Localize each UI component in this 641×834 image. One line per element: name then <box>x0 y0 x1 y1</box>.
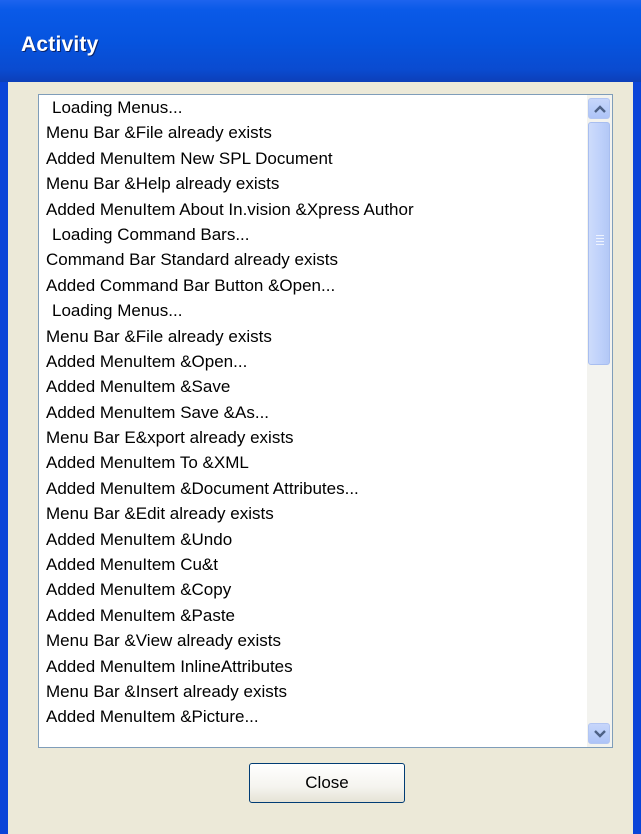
log-list-item[interactable]: Added MenuItem About In.vision &Xpress A… <box>39 197 584 222</box>
window-title: Activity <box>21 33 99 56</box>
log-list-item[interactable]: Loading Menus... <box>39 95 584 120</box>
thumb-grip <box>596 241 604 242</box>
log-list-item[interactable]: Added MenuItem &Undo <box>39 527 584 552</box>
scroll-up-button[interactable] <box>588 98 610 119</box>
log-list-item[interactable]: Menu Bar E&xport already exists <box>39 425 584 450</box>
log-list-item[interactable]: Added MenuItem To &XML <box>39 450 584 475</box>
log-list-item[interactable]: Added MenuItem New SPL Document <box>39 146 584 171</box>
log-list-item[interactable]: Menu Bar &Insert already exists <box>39 679 584 704</box>
log-list-item[interactable]: Menu Bar &Help already exists <box>39 171 584 196</box>
chevron-down-icon <box>594 730 606 738</box>
log-list-item[interactable]: Menu Bar &Edit already exists <box>39 501 584 526</box>
log-list-item[interactable]: Added MenuItem Save &As... <box>39 400 584 425</box>
log-list-item[interactable]: Command Bar Standard already exists <box>39 247 584 272</box>
activity-log-listbox[interactable]: Loading Menus... Menu Bar &File already e… <box>38 94 613 748</box>
log-list-item[interactable]: Added MenuItem InlineAttributes <box>39 654 584 679</box>
log-list-item[interactable]: Loading Menus... <box>39 298 584 323</box>
activity-window: Activity Loading Menus... Menu Bar &File … <box>0 0 641 834</box>
log-list-item[interactable]: Menu Bar &File already exists <box>39 324 584 349</box>
thumb-grip <box>596 238 604 239</box>
title-bar[interactable]: Activity <box>0 0 641 82</box>
log-list-item[interactable]: Added MenuItem &Copy <box>39 577 584 602</box>
log-list-item[interactable]: Added MenuItem &Document Attributes... <box>39 476 584 501</box>
log-list-item[interactable]: Menu Bar &File already exists <box>39 120 584 145</box>
scroll-down-button[interactable] <box>588 723 610 744</box>
log-list-item[interactable]: Loading Command Bars... <box>39 222 584 247</box>
thumb-grip <box>596 244 604 245</box>
dialog-body: Loading Menus... Menu Bar &File already e… <box>8 82 633 834</box>
log-list-item[interactable]: Added MenuItem &Save <box>39 374 584 399</box>
chevron-up-icon <box>594 105 606 113</box>
log-list-item[interactable]: Added MenuItem &Paste <box>39 603 584 628</box>
scrollbar-thumb[interactable] <box>588 122 610 365</box>
activity-log-list: Loading Menus... Menu Bar &File already e… <box>39 95 584 747</box>
log-list-item[interactable]: Added Command Bar Button &Open... <box>39 273 584 298</box>
log-list-item[interactable]: Added MenuItem Cu&t <box>39 552 584 577</box>
close-button[interactable]: Close <box>249 763 405 803</box>
vertical-scrollbar[interactable] <box>587 95 612 747</box>
log-list-item[interactable]: Menu Bar &View already exists <box>39 628 584 653</box>
thumb-grip <box>596 235 604 236</box>
log-list-item[interactable]: Added MenuItem &Open... <box>39 349 584 374</box>
log-list-item[interactable]: Added MenuItem &Picture... <box>39 704 584 729</box>
